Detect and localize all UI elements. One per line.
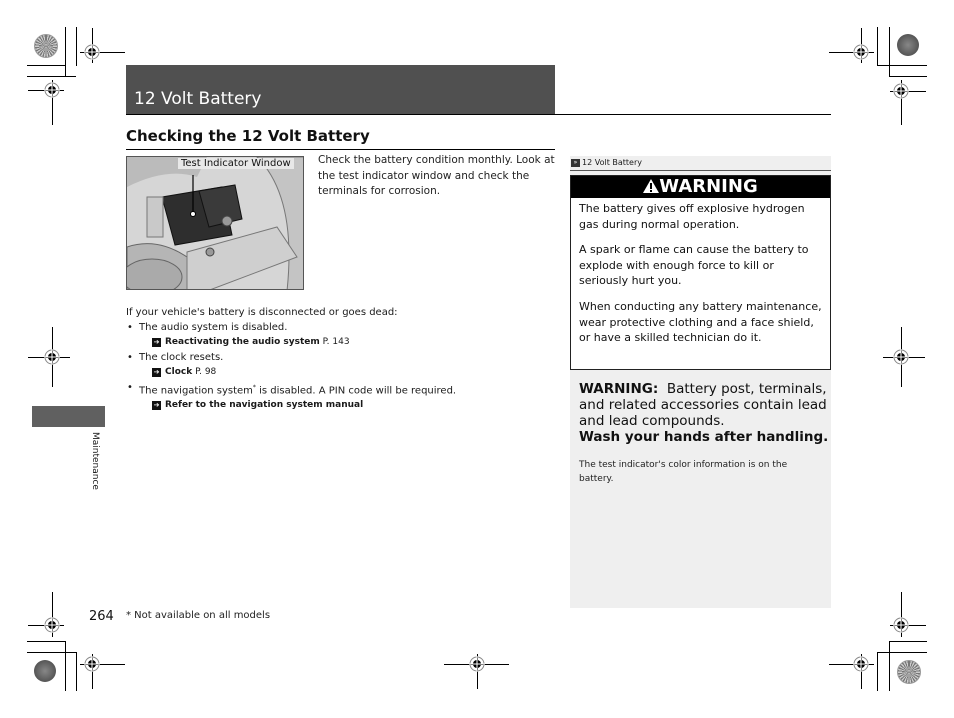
page-title: 12 Volt Battery xyxy=(134,89,262,109)
reference-arrow-icon: ➔ xyxy=(152,338,161,347)
warning-paragraph: A spark or flame can cause the battery t… xyxy=(579,243,809,287)
color-target-icon xyxy=(897,660,921,684)
warning-triangle-icon xyxy=(643,179,660,193)
sidebar-reference-header: » 12 Volt Battery xyxy=(570,156,831,171)
cross-reference-link[interactable]: ➔ Refer to the navigation system manual xyxy=(126,398,556,413)
registration-mark-icon xyxy=(44,349,60,365)
page-number: 264 xyxy=(89,609,114,624)
wash-hands-instruction: Wash your hands after handling. xyxy=(579,429,829,445)
reference-arrow-icon: ➔ xyxy=(152,401,161,411)
color-target-icon xyxy=(34,34,58,58)
registration-mark-icon xyxy=(469,656,485,672)
disconnect-effects-list: If your vehicle's battery is disconnecte… xyxy=(126,305,556,413)
indicator-note: The test indicator's color information i… xyxy=(579,460,788,484)
intro-paragraph: Check the battery condition monthly. Loo… xyxy=(318,154,555,197)
cross-reference-link[interactable]: ➔ Reactivating the audio system P. 143 xyxy=(126,335,556,350)
list-item: The navigation system* is disabled. A PI… xyxy=(126,380,556,398)
list-item: The audio system is disabled. xyxy=(126,320,556,335)
registration-mark-icon xyxy=(44,617,60,633)
cross-reference-link[interactable]: ➔ Clock P. 98 xyxy=(126,365,556,380)
test-indicator-window-callout: Test Indicator Window xyxy=(178,158,294,169)
reference-arrow-icon: ➔ xyxy=(152,368,161,377)
registration-mark-icon xyxy=(853,656,869,672)
chapter-tab-label: Maintenance xyxy=(90,432,100,490)
section-heading: Checking the 12 Volt Battery xyxy=(126,127,370,145)
double-chevron-icon: » xyxy=(571,158,580,167)
list-item: The clock resets. xyxy=(126,350,556,365)
warning-paragraph: When conducting any battery maintenance,… xyxy=(579,300,822,344)
chapter-tab-marker xyxy=(32,406,105,427)
color-target-icon xyxy=(897,34,919,56)
registration-mark-icon xyxy=(893,349,909,365)
footnote: * Not available on all models xyxy=(126,610,271,621)
section-divider xyxy=(126,149,555,150)
registration-mark-icon xyxy=(84,44,100,60)
warning-paragraph: The battery gives off explosive hydrogen… xyxy=(579,202,805,231)
list-lead: If your vehicle's battery is disconnecte… xyxy=(126,307,398,318)
registration-mark-icon xyxy=(44,82,60,98)
registration-mark-icon xyxy=(853,44,869,60)
registration-mark-icon xyxy=(893,83,909,99)
title-divider xyxy=(126,114,831,115)
registration-mark-icon xyxy=(893,617,909,633)
warning-header: WARNING xyxy=(571,176,830,198)
registration-mark-icon xyxy=(84,656,100,672)
color-target-icon xyxy=(34,660,56,682)
lead-warning: WARNING: Battery post, terminals, and re… xyxy=(579,381,829,445)
engine-bay-drawing-icon xyxy=(127,157,303,289)
battery-illustration xyxy=(126,156,304,290)
